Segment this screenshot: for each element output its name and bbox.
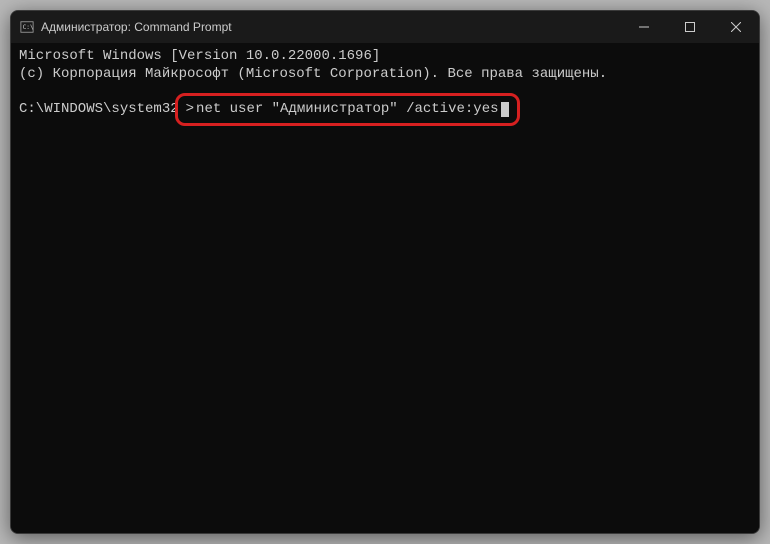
cursor: [501, 102, 509, 117]
svg-text:C:\: C:\: [23, 24, 34, 31]
window-controls: [621, 11, 759, 43]
prompt-line: C:\WINDOWS\system32 > net user "Админист…: [19, 93, 751, 125]
command-highlight: > net user "Администратор" /active:yes: [175, 93, 520, 125]
minimize-button[interactable]: [621, 11, 667, 43]
command-input[interactable]: net user "Администратор" /active:yes: [196, 100, 498, 118]
cmd-icon: C:\: [19, 19, 35, 35]
prompt-path: C:\WINDOWS\system32: [19, 100, 179, 118]
prompt-char: >: [186, 100, 194, 118]
command-prompt-window: C:\ Администратор: Command Prompt Micros…: [10, 10, 760, 534]
window-title: Администратор: Command Prompt: [41, 20, 621, 34]
copyright-line: (c) Корпорация Майкрософт (Microsoft Cor…: [19, 65, 751, 83]
maximize-button[interactable]: [667, 11, 713, 43]
version-line: Microsoft Windows [Version 10.0.22000.16…: [19, 47, 751, 65]
titlebar[interactable]: C:\ Администратор: Command Prompt: [11, 11, 759, 43]
close-button[interactable]: [713, 11, 759, 43]
terminal-output[interactable]: Microsoft Windows [Version 10.0.22000.16…: [11, 43, 759, 533]
